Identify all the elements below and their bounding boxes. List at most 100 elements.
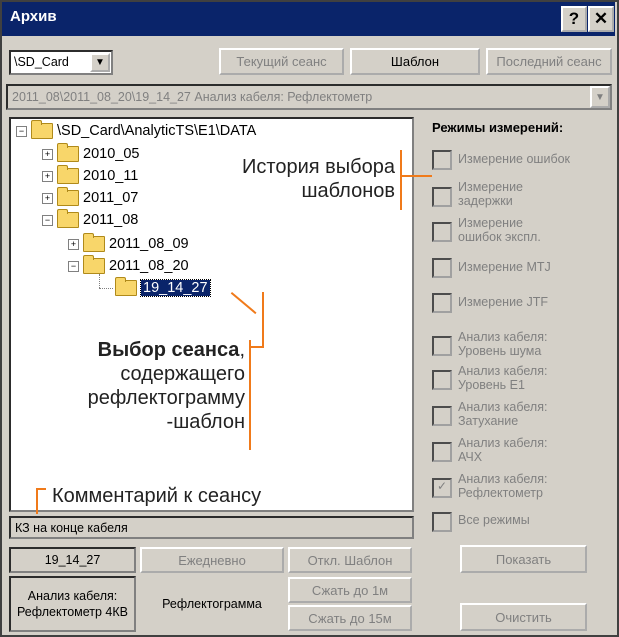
tree-item[interactable]: + 2010_05 xyxy=(42,143,140,162)
annotation-bracket xyxy=(249,340,251,450)
session-select-annotation: Выбор сеанса, содержащего рефлектограмму… xyxy=(40,338,245,434)
history-dropdown-arrow-icon[interactable]: ▼ xyxy=(590,86,610,108)
current-session-button[interactable]: Текущий сеанс xyxy=(219,48,344,75)
mode-label: Анализ кабеля: Уровень E1 xyxy=(458,364,548,392)
checkbox-icon[interactable] xyxy=(432,336,452,356)
template-history-value: 2011_08\2011_08_20\19_14_27 Анализ кабел… xyxy=(12,90,373,104)
annotation-pointer xyxy=(36,488,46,490)
mode-label: Измерение JTF xyxy=(458,295,548,309)
checkbox-icon[interactable] xyxy=(432,406,452,426)
tree-item-label: 2011_07 xyxy=(83,190,139,206)
template-button[interactable]: Шаблон xyxy=(350,48,480,75)
collapse-icon[interactable]: − xyxy=(42,214,53,226)
mode-label: Анализ кабеля: Затухание xyxy=(458,400,548,428)
checkbox-icon[interactable] xyxy=(432,150,452,170)
collapse-icon[interactable]: − xyxy=(68,260,79,272)
drive-select[interactable]: \SD_Card ▼ xyxy=(9,50,113,75)
annotation-text-bold: Выбор сеанса xyxy=(97,339,240,361)
tree-item-selected[interactable]: 19_14_27 xyxy=(115,277,211,297)
clear-button[interactable]: Очистить xyxy=(460,603,587,631)
mode-label: Измерение MTJ xyxy=(458,260,551,274)
checkbox-icon[interactable] xyxy=(432,258,452,278)
daily-button[interactable]: Ежедневно xyxy=(140,547,284,573)
help-button[interactable]: ? xyxy=(561,6,587,32)
expand-icon[interactable]: + xyxy=(42,148,53,160)
window-title: Архив xyxy=(10,8,57,25)
expand-icon[interactable]: + xyxy=(42,192,53,204)
title-bar xyxy=(2,2,615,36)
session-comment-value: КЗ на конце кабеля xyxy=(15,520,128,535)
mode-checkbox[interactable]: Анализ кабеля: АЧХ xyxy=(432,436,568,464)
annotation-text: , xyxy=(239,339,245,361)
last-session-button[interactable]: Последний сеанс xyxy=(486,48,612,75)
tree-item[interactable]: + 2011_08_09 xyxy=(68,233,189,252)
tree-item[interactable]: + 2011_07 xyxy=(42,187,139,206)
mode-info-field: Анализ кабеля: Рефлектометр 4КВ xyxy=(9,576,136,632)
checkbox-icon[interactable] xyxy=(432,187,452,207)
expand-icon[interactable]: + xyxy=(42,170,53,182)
folder-icon xyxy=(57,187,79,206)
checkbox-icon[interactable] xyxy=(432,222,452,242)
folder-icon xyxy=(57,143,79,162)
annotation-text: шаблонов xyxy=(301,180,395,202)
show-button[interactable]: Показать xyxy=(460,545,587,573)
tree-item-label: 2011_08_20 xyxy=(109,258,189,274)
annotation-pointer xyxy=(262,292,264,348)
folder-open-icon xyxy=(83,255,105,274)
disable-template-button[interactable]: Откл. Шаблон xyxy=(288,547,412,573)
tree-item-label: 2010_05 xyxy=(83,146,140,162)
checkbox-icon[interactable] xyxy=(432,442,452,462)
tree-item-label: 2010_11 xyxy=(83,168,139,184)
mode-label: Все режимы xyxy=(458,513,530,527)
session-comment-field[interactable]: КЗ на конце кабеля xyxy=(9,516,414,539)
annotation-bracket xyxy=(400,150,402,210)
session-name-field: 19_14_27 xyxy=(9,547,136,573)
compress-1m-button[interactable]: Сжать до 1м xyxy=(288,577,412,603)
type-info-label: Рефлектограмма xyxy=(140,576,284,632)
tree-item[interactable]: + 2010_11 xyxy=(42,165,139,184)
history-annotation: История выбора шаблонов xyxy=(190,155,395,203)
tree-root[interactable]: − \SD_Card\AnalyticTS\E1\DATA xyxy=(16,120,257,139)
tree-connector xyxy=(99,274,100,288)
mode-label: Измерение ошибок экспл. xyxy=(458,216,541,244)
mode-label: Анализ кабеля: Рефлектометр xyxy=(458,472,548,500)
mode-checkbox[interactable]: Измерение JTF xyxy=(432,293,548,313)
template-history-combo[interactable]: 2011_08\2011_08_20\19_14_27 Анализ кабел… xyxy=(6,84,612,110)
mode-checkbox[interactable]: Измерение ошибок xyxy=(432,150,570,170)
collapse-icon[interactable]: − xyxy=(16,125,27,137)
compress-15m-button[interactable]: Сжать до 15м xyxy=(288,605,412,631)
mode-checkbox-checked[interactable]: ✓ Анализ кабеля: Рефлектометр xyxy=(432,472,568,500)
checkmark-icon[interactable]: ✓ xyxy=(432,478,452,498)
mode-checkbox[interactable]: Анализ кабеля: Затухание xyxy=(432,400,568,428)
checkbox-icon[interactable] xyxy=(432,512,452,532)
mode-checkbox[interactable]: Измерение ошибок экспл. xyxy=(432,216,568,244)
tree-root-label: \SD_Card\AnalyticTS\E1\DATA xyxy=(57,123,257,139)
checkbox-icon[interactable] xyxy=(432,293,452,313)
tree-item-label: 2011_08 xyxy=(83,212,139,228)
annotation-text: содержащего xyxy=(120,363,245,385)
tree-item[interactable]: − 2011_08_20 xyxy=(68,255,189,274)
mode-checkbox[interactable]: Анализ кабеля: Уровень шума xyxy=(432,330,568,358)
drive-select-value: \SD_Card xyxy=(14,55,69,69)
checkbox-icon[interactable] xyxy=(432,370,452,390)
annotation-bracket xyxy=(36,488,38,514)
mode-label: Анализ кабеля: АЧХ xyxy=(458,436,548,464)
tree-item-label: 19_14_27 xyxy=(140,279,211,297)
drive-dropdown-arrow-icon[interactable]: ▼ xyxy=(90,53,110,72)
expand-icon[interactable]: + xyxy=(68,238,79,250)
mode-checkbox[interactable]: Все режимы xyxy=(432,512,530,532)
annotation-pointer xyxy=(401,175,432,177)
mode-label: Измерение задержки xyxy=(458,180,524,208)
annotation-pointer xyxy=(250,346,264,348)
annotation-text: рефлектограмму xyxy=(87,387,245,409)
close-button[interactable]: ✕ xyxy=(588,6,614,32)
mode-checkbox[interactable]: Измерение задержки xyxy=(432,180,568,208)
mode-label: Анализ кабеля: Уровень шума xyxy=(458,330,548,358)
mode-label: Измерение ошибок xyxy=(458,152,571,166)
mode-checkbox[interactable]: Анализ кабеля: Уровень E1 xyxy=(432,364,568,392)
folder-icon xyxy=(83,233,105,252)
annotation-text: -шаблон xyxy=(166,411,245,433)
tree-item[interactable]: − 2011_08 xyxy=(42,209,139,228)
mode-checkbox[interactable]: Измерение MTJ xyxy=(432,258,551,278)
comment-annotation: Комментарий к сеансу xyxy=(52,485,262,507)
